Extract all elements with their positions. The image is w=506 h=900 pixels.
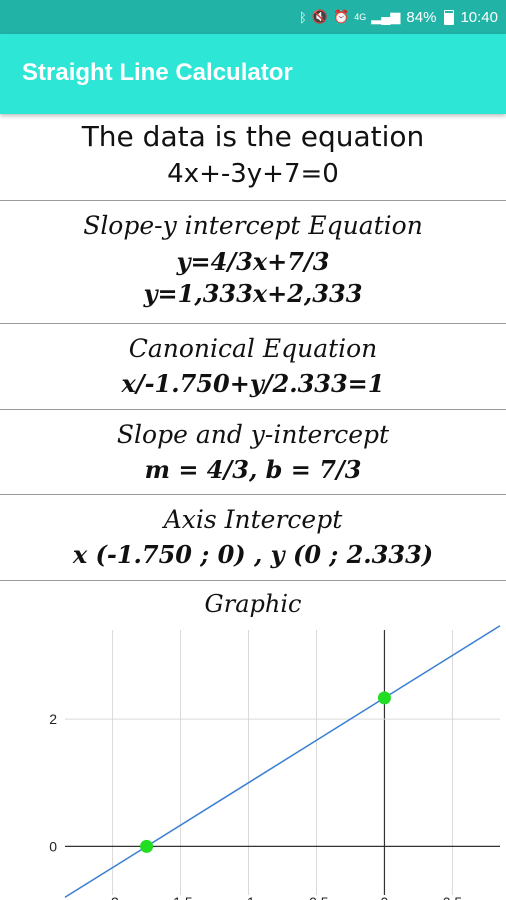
data-section: The data is the equation 4x+-3y+7=0 (0, 114, 506, 201)
canonical-heading: Canonical Equation (128, 334, 378, 363)
battery-icon (444, 9, 455, 25)
axis-intercept-value: x (-1.750 ; 0) , y (0 ; 2.333) (72, 540, 434, 569)
battery-percent: 84% (406, 8, 437, 26)
signal-icon: ▂▄▆ (371, 9, 401, 24)
mute-icon: 🔇 (311, 9, 328, 24)
intercept-point (377, 691, 391, 705)
x-tick-label: -0.5 (304, 894, 328, 900)
bluetooth-icon: ᛒ (299, 9, 307, 25)
intercept-point (140, 839, 154, 853)
axis-intercept-section: Axis Intercept x (-1.750 ; 0) , y (0 ; 2… (0, 495, 506, 581)
line-chart[interactable]: -2 -1.5 -1 -0.5 0 0.5 0 2 (0, 620, 506, 900)
x-tick-label: -1.5 (168, 894, 192, 900)
clock: 10:40 (460, 8, 498, 26)
canonical-equation: x/-1.750+y/2.333=1 (121, 369, 385, 398)
lte-icon: 4G (354, 12, 367, 22)
data-heading: The data is the equation (81, 120, 425, 153)
axis-intercept-heading: Axis Intercept (163, 505, 343, 534)
slope-intercept-fraction: y=4/3x+7/3 (176, 247, 330, 276)
x-tick-label: 0 (381, 894, 389, 900)
x-tick-label: 0.5 (443, 894, 463, 900)
series-line (64, 625, 501, 898)
alarm-icon: ⏰ (333, 9, 350, 24)
slope-and-intercept-value: m = 4/3, b = 7/3 (144, 455, 362, 484)
slope-intercept-heading: Slope-y intercept Equation (83, 211, 423, 240)
canonical-section: Canonical Equation x/-1.750+y/2.333=1 (0, 324, 506, 410)
graphic-heading: Graphic (204, 590, 302, 618)
app-title: Straight Line Calculator (22, 59, 293, 86)
status-bar: ᛒ 🔇 ⏰ 4G ▂▄▆ 84% 10:40 (0, 0, 506, 34)
app-bar: Straight Line Calculator (0, 34, 506, 114)
y-tick-label: 0 (49, 838, 57, 854)
x-tick-label: -2 (106, 894, 119, 900)
slope-and-intercept-heading: Slope and y-intercept (116, 420, 390, 449)
data-equation: 4x+-3y+7=0 (167, 159, 339, 189)
y-tick-label: 2 (49, 711, 57, 727)
slope-intercept-section: Slope-y intercept Equation y=4/3x+7/3 y=… (0, 201, 506, 324)
slope-intercept-decimal: y=1,333x+2,333 (143, 279, 363, 308)
x-tick-label: -1 (242, 894, 255, 900)
status-icons: ᛒ 🔇 ⏰ 4G ▂▄▆ (299, 9, 400, 25)
slope-and-intercept-section: Slope and y-intercept m = 4/3, b = 7/3 (0, 410, 506, 495)
